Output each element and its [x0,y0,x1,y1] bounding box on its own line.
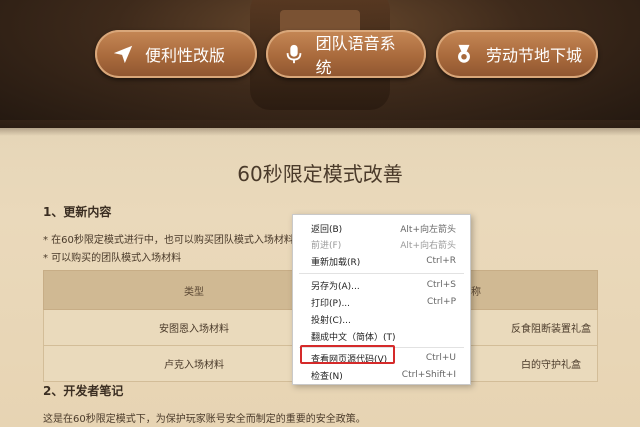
nav-label: 便利性改版 [145,46,226,65]
nav-label: 劳动节地下城 [486,46,583,65]
dev-note-text: 这是在60秒限定模式下，为保护玩家账号安全而制定的重要的安全政策。 [43,414,366,425]
microphone-icon [282,42,306,66]
page-title: 60秒限定模式改善 [237,162,403,186]
menu-item-print[interactable]: 打印(P)... Ctrl+P [293,295,470,309]
menu-item-inspect[interactable]: 检查(N) Ctrl+Shift+I [293,368,470,382]
menu-item-translate[interactable]: 翻成中文（简体）(T) [293,329,470,343]
medal-icon [452,42,476,66]
section-heading-dev-notes: 2、开发者笔记 [43,384,124,398]
menu-item-cast[interactable]: 投射(C)... [293,312,470,326]
nav-button-voice[interactable]: 团队语音系统 [266,30,426,78]
menu-separator [299,273,464,274]
menu-item-save-as[interactable]: 另存为(A)... Ctrl+S [293,278,470,292]
update-note: * 在60秒限定模式进行中，也可以购买团队模式入场材料 [43,235,294,246]
nav-button-dungeon[interactable]: 劳动节地下城 [436,30,598,78]
nav-button-convenience[interactable]: 便利性改版 [95,30,257,78]
paper-torn-edge [0,120,640,136]
update-note: * 可以购买的团队模式入场材料 [43,253,182,264]
view-source-highlight-box [300,345,395,364]
header-banner: 便利性改版 团队语音系统 劳动节地下城 [0,0,640,128]
menu-item-reload[interactable]: 重新加载(R) Ctrl+R [293,254,470,268]
paper-plane-icon [111,42,135,66]
nav-label: 团队语音系统 [315,34,396,77]
menu-item-back[interactable]: 返回(B) Alt+向左箭头 [293,221,470,235]
menu-item-forward[interactable]: 前进(F) Alt+向右箭头 [293,237,470,251]
section-heading-updates: 1、更新内容 [43,205,112,219]
